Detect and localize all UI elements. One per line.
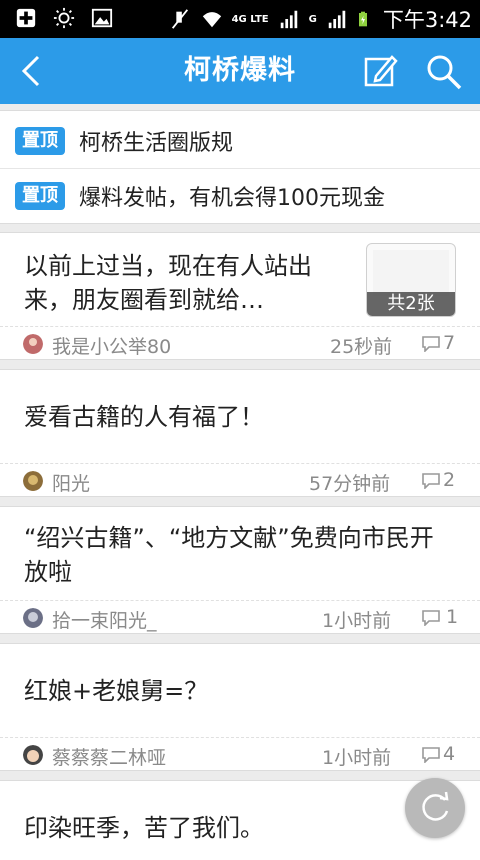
post-author: 我是小公举80 xyxy=(52,336,172,358)
signal-icon-2 xyxy=(328,10,346,29)
post-title: 印染旺季，苦了我们。 xyxy=(24,814,264,842)
post-card[interactable]: 红娘+老娘舅=？ 蔡蔡蔡二林哑 1小时前 4 xyxy=(0,643,480,771)
search-icon[interactable] xyxy=(424,52,464,92)
thumbnail-image xyxy=(373,250,449,296)
status-bar: 4G LTE G 下午3:42 xyxy=(0,0,480,38)
signal-icon xyxy=(280,10,297,29)
post-author: 蔡蔡蔡二林哑 xyxy=(52,747,167,769)
signal-g-label: G xyxy=(308,13,317,25)
battery-icon xyxy=(358,11,367,27)
post-card[interactable]: “绍兴古籍”、“地方文献”免费向市民开放啦 拾一束阳光_ 1小时前 1 xyxy=(0,506,480,634)
image-icon xyxy=(91,8,113,28)
wifi-icon xyxy=(202,12,221,28)
post-card[interactable]: 爱看古籍的人有福了！ 阳光 57分钟前 2 xyxy=(0,369,480,497)
pinned-item[interactable]: 置顶 柯桥生活圈版规 xyxy=(0,113,480,169)
avatar xyxy=(23,334,43,354)
page-title: 柯桥爆料 xyxy=(184,55,296,86)
thumbnail-count: 共2张 xyxy=(367,292,455,316)
post-meta: 我是小公举80 25秒前 7 xyxy=(0,326,480,360)
brightness-icon xyxy=(53,7,75,29)
pinned-text: 柯桥生活圈版规 xyxy=(79,130,234,156)
refresh-icon xyxy=(422,791,449,821)
app-bar: 柯桥爆料 xyxy=(0,38,480,104)
post-title: 红娘+老娘舅=？ xyxy=(24,677,209,705)
comment-icon xyxy=(422,473,440,489)
post-time: 1小时前 xyxy=(322,747,392,769)
comment-count: 4 xyxy=(443,743,456,765)
post-author: 阳光 xyxy=(52,473,91,495)
pinned-item[interactable]: 置顶 爆料发帖，有机会得100元现金 xyxy=(0,168,480,224)
comment-count: 2 xyxy=(443,469,456,491)
pinned-badge: 置顶 xyxy=(15,182,65,210)
comment-icon xyxy=(422,336,440,352)
post-title: 以前上过当，现在有人站出来，朋友圈看到就给… xyxy=(24,252,312,314)
network-4g-label: 4G LTE xyxy=(231,13,269,25)
refresh-button[interactable] xyxy=(405,778,465,838)
post-time: 57分钟前 xyxy=(309,473,391,495)
avatar xyxy=(23,608,43,628)
post-card[interactable]: 以前上过当，现在有人站出来，朋友圈看到就给… 共2张 我是小公举80 25秒前 … xyxy=(0,232,480,360)
mute-icon xyxy=(171,9,188,29)
comment-count: 7 xyxy=(443,332,456,354)
post-title: 爱看古籍的人有福了！ xyxy=(24,403,264,431)
post-meta: 阳光 57分钟前 2 xyxy=(0,463,480,497)
post-time: 25秒前 xyxy=(330,336,393,358)
avatar xyxy=(23,745,43,765)
post-author: 拾一束阳光_ xyxy=(52,610,157,632)
comment-icon xyxy=(422,747,440,763)
post-meta: 拾一束阳光_ 1小时前 1 xyxy=(0,600,480,634)
pinned-badge: 置顶 xyxy=(15,126,65,155)
comment-icon xyxy=(422,610,440,626)
pinned-text: 爆料发帖，有机会得100元现金 xyxy=(79,186,385,211)
post-time: 1小时前 xyxy=(322,610,392,632)
post-meta: 蔡蔡蔡二林哑 1小时前 4 xyxy=(0,737,480,771)
compose-icon[interactable] xyxy=(362,52,400,90)
post-title: “绍兴古籍”、“地方文献”免费向市民开放啦 xyxy=(24,524,434,586)
avatar xyxy=(23,471,43,491)
plus-box-icon xyxy=(16,8,36,28)
post-thumbnail[interactable]: 共2张 xyxy=(366,243,456,317)
pinned-section: 置顶 柯桥生活圈版规 置顶 爆料发帖，有机会得100元现金 xyxy=(0,110,480,224)
comment-count: 1 xyxy=(446,606,459,628)
clock: 下午3:42 xyxy=(382,8,472,32)
